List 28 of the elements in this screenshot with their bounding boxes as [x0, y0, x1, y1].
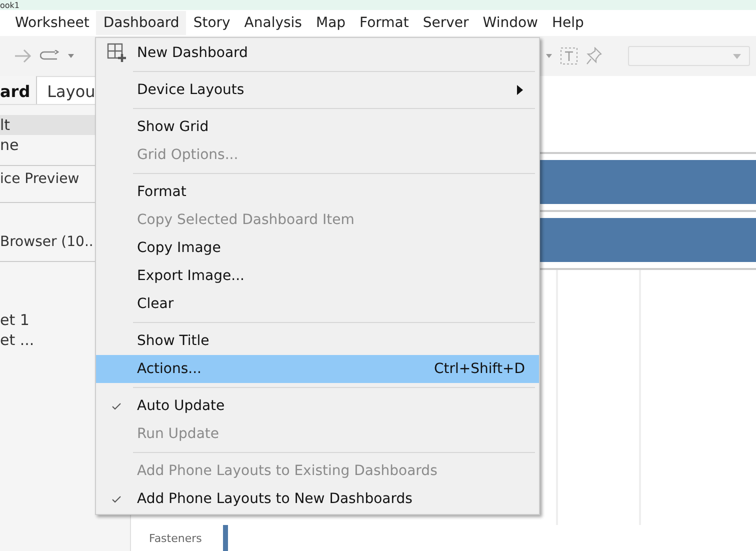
menu-bar-item[interactable]: Help [545, 11, 591, 35]
menu-bar-item[interactable]: Analysis [237, 11, 309, 35]
chart-bar [223, 525, 228, 551]
menu-bar-item[interactable]: Format [352, 11, 416, 35]
menu-item[interactable]: Auto Update [96, 392, 539, 420]
grid-plus-icon [106, 43, 126, 63]
text-object-icon[interactable] [560, 47, 578, 65]
redo-icon[interactable] [40, 50, 60, 62]
menu-bar-item[interactable]: Dashboard [96, 11, 186, 35]
menu-bar-item[interactable]: Story [186, 11, 238, 35]
window-title: ook1 [0, 1, 20, 10]
menu-item[interactable]: Clear [96, 290, 539, 318]
row-label: Fasteners [148, 532, 203, 544]
panel-tab[interactable]: ard [0, 76, 36, 104]
menu-bar-item[interactable]: Server [416, 11, 476, 35]
caret-icon [733, 54, 741, 58]
menu-item[interactable]: Actions... Ctrl+Shift+D [96, 355, 539, 383]
menu-bar-item[interactable]: Worksheet [8, 11, 96, 35]
pin-icon[interactable] [586, 47, 602, 65]
menu-bar-item[interactable]: Window [476, 11, 545, 35]
dropdown-field[interactable] [628, 46, 750, 66]
caret-icon[interactable] [546, 54, 552, 58]
forward-arrow-icon[interactable] [14, 49, 32, 63]
menu-item[interactable]: Export Image... [96, 262, 539, 290]
menu-item[interactable]: Show Title [96, 327, 539, 355]
menu-bar-item[interactable]: Map [308, 11, 353, 35]
menu-item[interactable]: Add Phone Layouts to New Dashboards [96, 485, 539, 513]
caret-icon[interactable] [68, 54, 74, 58]
